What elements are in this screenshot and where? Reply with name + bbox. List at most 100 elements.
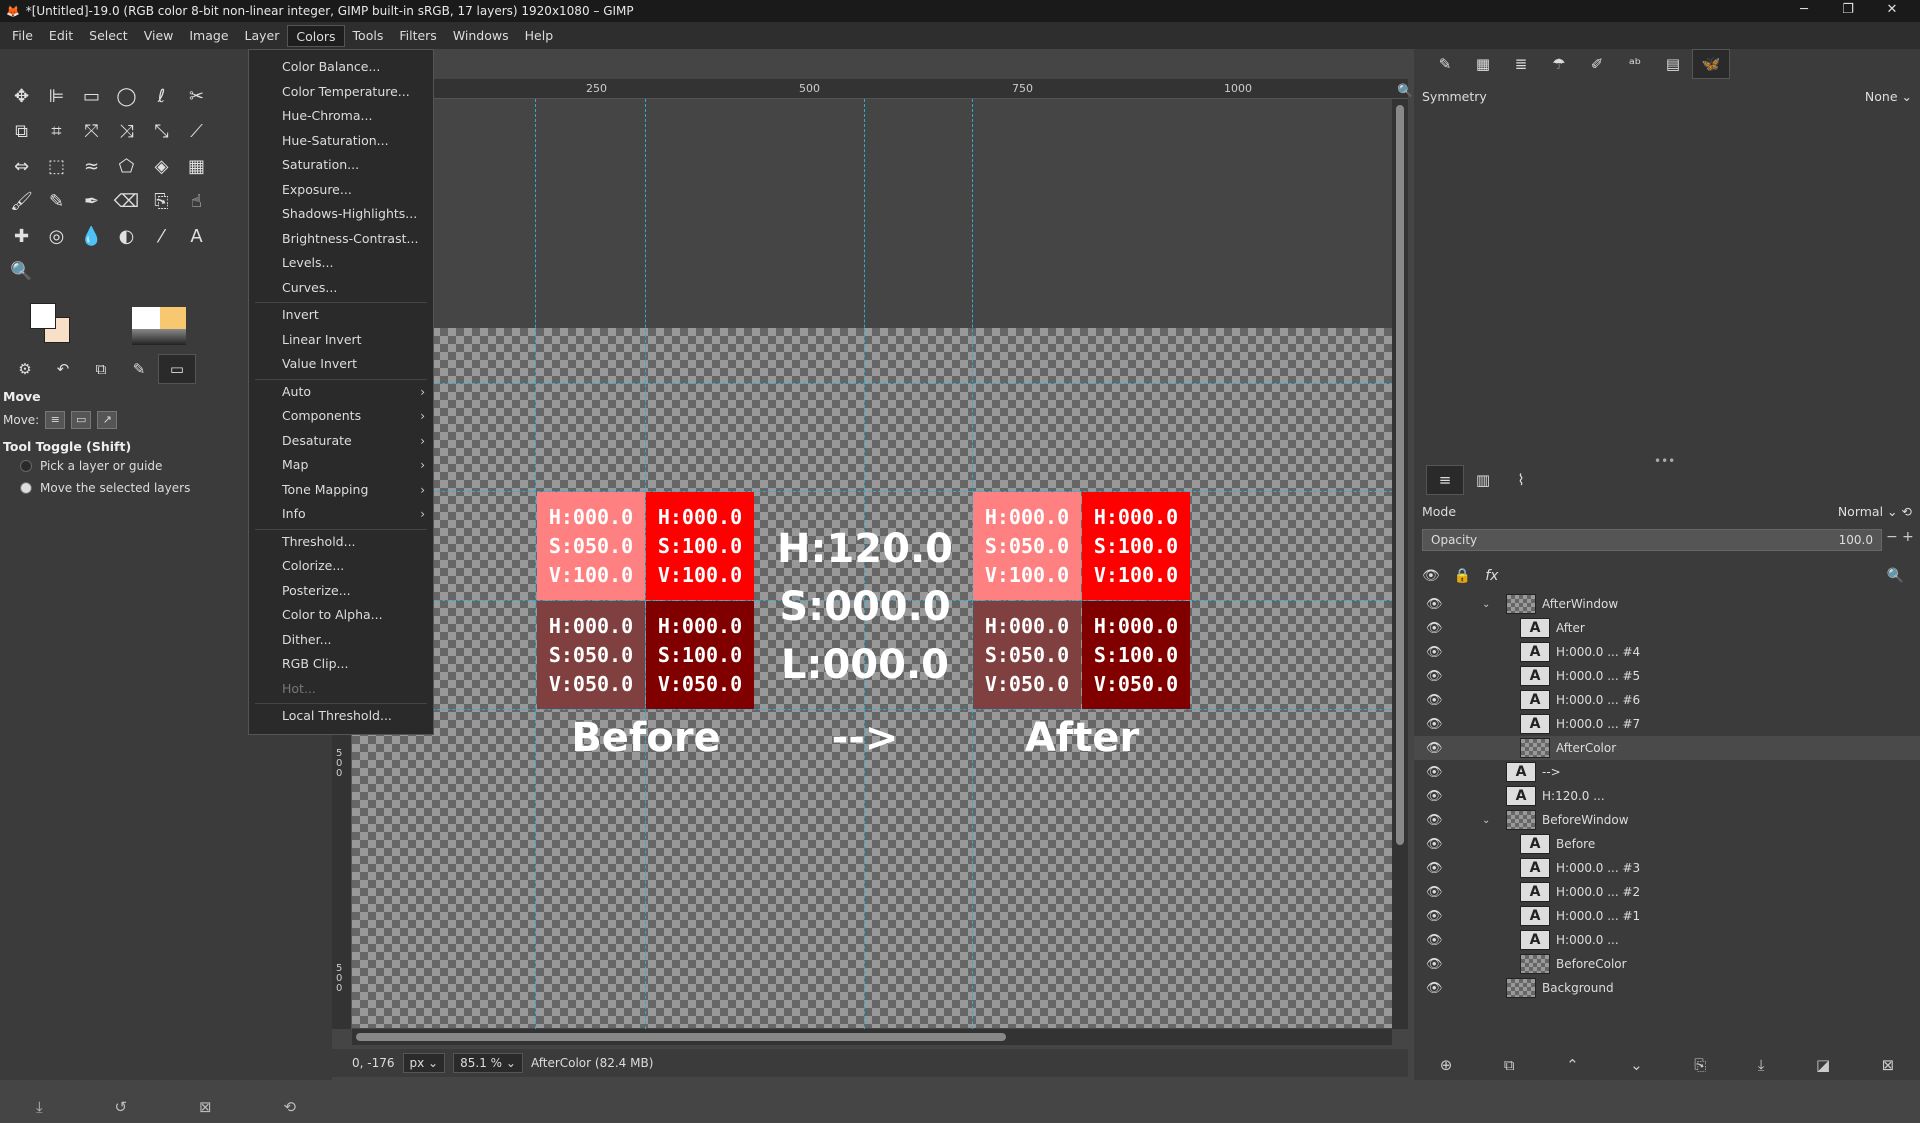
duplicate-layer-icon[interactable]: ⎘ xyxy=(1694,1056,1706,1074)
maximize-button[interactable]: ❐ xyxy=(1826,0,1870,22)
save-options-icon[interactable]: ⤓ xyxy=(36,1098,43,1116)
perspective-tool-icon[interactable]: ⬚ xyxy=(39,149,74,184)
visibility-eye-icon[interactable]: 👁 xyxy=(1426,933,1443,948)
colors-menu-item[interactable]: Color to Alpha... xyxy=(249,604,433,626)
lock-icon[interactable]: 🔒 xyxy=(1454,568,1471,584)
fg-bg-colors[interactable] xyxy=(28,303,76,347)
zoom-magnifier-icon[interactable]: 🔍 xyxy=(1397,84,1413,99)
rect-select-icon[interactable]: ▭ xyxy=(74,79,109,114)
colors-menu-item[interactable]: Tone Mapping › xyxy=(249,479,433,501)
merge-layer-icon[interactable]: ⤓ xyxy=(1758,1056,1765,1074)
delete-layer-icon[interactable]: ⊠ xyxy=(1882,1056,1895,1074)
opacity-minus-icon[interactable]: − xyxy=(1886,529,1898,545)
new-layer-icon[interactable]: ⊕ xyxy=(1440,1056,1453,1074)
color-picker-icon[interactable]: ⁄ xyxy=(144,219,179,254)
symmetry-select[interactable]: None ⌄ xyxy=(1865,89,1912,104)
scale-tool-icon[interactable]: ⤡ xyxy=(144,114,179,149)
visibility-eye-icon[interactable]: 👁 xyxy=(1426,957,1443,972)
menu-filters[interactable]: Filters xyxy=(391,25,444,47)
pattern-preview[interactable] xyxy=(160,307,186,329)
layer-row[interactable]: 👁 BeforeColor xyxy=(1414,952,1920,976)
paintbrush-icon[interactable]: 🖌 xyxy=(4,184,39,219)
layer-row[interactable]: 👁 A Before xyxy=(1414,832,1920,856)
reset-mode-icon[interactable]: ⟲ xyxy=(1902,504,1912,519)
menu-view[interactable]: View xyxy=(136,25,182,47)
menu-windows[interactable]: Windows xyxy=(445,25,517,47)
colors-menu-item[interactable]: Curves... xyxy=(249,277,433,299)
text-tool-icon[interactable]: A xyxy=(179,219,214,254)
patterns-tab-icon[interactable]: ▦ xyxy=(1464,49,1502,79)
visibility-header-icon[interactable]: 👁 xyxy=(1422,568,1440,584)
align-tool-icon[interactable]: ⊫ xyxy=(39,79,74,114)
layer-row[interactable]: 👁 A H:000.0 ... xyxy=(1414,928,1920,952)
cage-tool-icon[interactable]: ⬠ xyxy=(109,149,144,184)
ellipse-select-icon[interactable]: ◯ xyxy=(109,79,144,114)
layer-row[interactable]: 👁 A H:000.0 ... #6 xyxy=(1414,688,1920,712)
colors-menu-item[interactable]: Desaturate › xyxy=(249,430,433,452)
delete-options-icon[interactable]: ⊠ xyxy=(199,1098,212,1116)
visibility-eye-icon[interactable]: 👁 xyxy=(1426,621,1443,636)
visibility-eye-icon[interactable]: 👁 xyxy=(1426,885,1443,900)
zoom-tool-icon[interactable]: 🔍 xyxy=(4,254,39,289)
expand-chevron-icon[interactable]: ⌄ xyxy=(1482,599,1490,610)
warp-transform-icon[interactable]: ⤨ xyxy=(109,114,144,149)
zoom-select[interactable]: 85.1 % ⌄ xyxy=(453,1053,523,1073)
foreground-select-icon[interactable]: ⧉ xyxy=(4,114,39,149)
tool-presets-tab-icon[interactable]: ᵃᵇ xyxy=(1616,49,1654,79)
visibility-eye-icon[interactable]: 👁 xyxy=(1426,789,1443,804)
brushes-tab-icon[interactable]: ✎ xyxy=(120,354,158,384)
dock-divider[interactable]: ••• xyxy=(1654,454,1675,468)
menu-select[interactable]: Select xyxy=(81,25,136,47)
visibility-eye-icon[interactable]: 👁 xyxy=(1426,693,1443,708)
colors-menu-item[interactable]: Posterize... xyxy=(249,580,433,602)
restore-options-icon[interactable]: ↺ xyxy=(115,1098,128,1116)
tool-options-tab-icon[interactable]: ⚙ xyxy=(6,354,44,384)
move-tool-icon[interactable]: ✥ xyxy=(4,79,39,114)
fx-icon[interactable]: fx xyxy=(1485,568,1498,584)
layer-row[interactable]: 👁 A H:000.0 ... #7 xyxy=(1414,712,1920,736)
eraser-icon[interactable]: ⌫ xyxy=(109,184,144,219)
vertical-scroll-thumb[interactable] xyxy=(1396,105,1404,845)
menu-help[interactable]: Help xyxy=(517,25,562,47)
pencil-icon[interactable]: ✎ xyxy=(39,184,74,219)
move-path-icon[interactable]: ↗ xyxy=(97,411,118,429)
move-selection-icon[interactable]: ▭ xyxy=(71,411,92,429)
menu-tools[interactable]: Tools xyxy=(345,25,392,47)
colors-menu-item[interactable]: Map › xyxy=(249,454,433,476)
layer-row[interactable]: 👁 ⌄ AfterWindow xyxy=(1414,592,1920,616)
new-group-icon[interactable]: ⧉ xyxy=(1504,1056,1515,1074)
foreground-color-swatch[interactable] xyxy=(30,303,56,329)
colors-menu-item[interactable]: Colorize... xyxy=(249,555,433,577)
layer-row[interactable]: 👁 A --> xyxy=(1414,760,1920,784)
free-select-icon[interactable]: ℓ xyxy=(144,79,179,114)
radio-pick-layer[interactable]: Pick a layer or guide xyxy=(20,459,162,473)
clone-tool-icon[interactable]: ⎘ xyxy=(144,184,179,219)
undo-history-tab-icon[interactable]: ↶ xyxy=(44,354,82,384)
reset-options-icon[interactable]: ⟲ xyxy=(283,1098,296,1116)
colors-menu-item[interactable]: Color Balance... xyxy=(249,56,433,78)
gradient-tool-icon[interactable]: ▦ xyxy=(179,149,214,184)
colors-menu-item[interactable]: Dither... xyxy=(249,629,433,651)
visibility-eye-icon[interactable]: 👁 xyxy=(1426,981,1443,996)
colors-menu-item[interactable]: Auto › xyxy=(249,381,433,403)
search-icon[interactable]: 🔍 xyxy=(1887,568,1904,584)
layer-row[interactable]: 👁 Background xyxy=(1414,976,1920,1000)
layer-row[interactable]: 👁 A H:120.0 ... xyxy=(1414,784,1920,808)
opacity-plus-icon[interactable]: + xyxy=(1902,529,1914,545)
lower-layer-icon[interactable]: ⌄ xyxy=(1630,1056,1643,1074)
mask-layer-icon[interactable]: ◪ xyxy=(1816,1056,1830,1074)
colors-menu-item[interactable]: Invert xyxy=(249,304,433,326)
visibility-eye-icon[interactable]: 👁 xyxy=(1426,741,1443,756)
radio-move-selected[interactable]: Move the selected layers xyxy=(20,481,190,495)
colors-menu-item[interactable]: Hue-Chroma... xyxy=(249,105,433,127)
visibility-eye-icon[interactable]: 👁 xyxy=(1426,597,1443,612)
paths-tab-icon[interactable]: ⌇ xyxy=(1502,465,1540,495)
ink-tool-icon[interactable]: ✒ xyxy=(74,184,109,219)
menu-edit[interactable]: Edit xyxy=(41,25,81,47)
device-status-tab-icon[interactable]: ▭ xyxy=(158,354,196,384)
warp-icon[interactable]: ≈ xyxy=(74,149,109,184)
bucket-fill-icon[interactable]: ◈ xyxy=(144,149,179,184)
vertical-scrollbar[interactable] xyxy=(1392,99,1408,1029)
expand-chevron-icon[interactable]: ⌄ xyxy=(1482,815,1490,826)
colors-menu-item[interactable]: Value Invert xyxy=(249,353,433,375)
